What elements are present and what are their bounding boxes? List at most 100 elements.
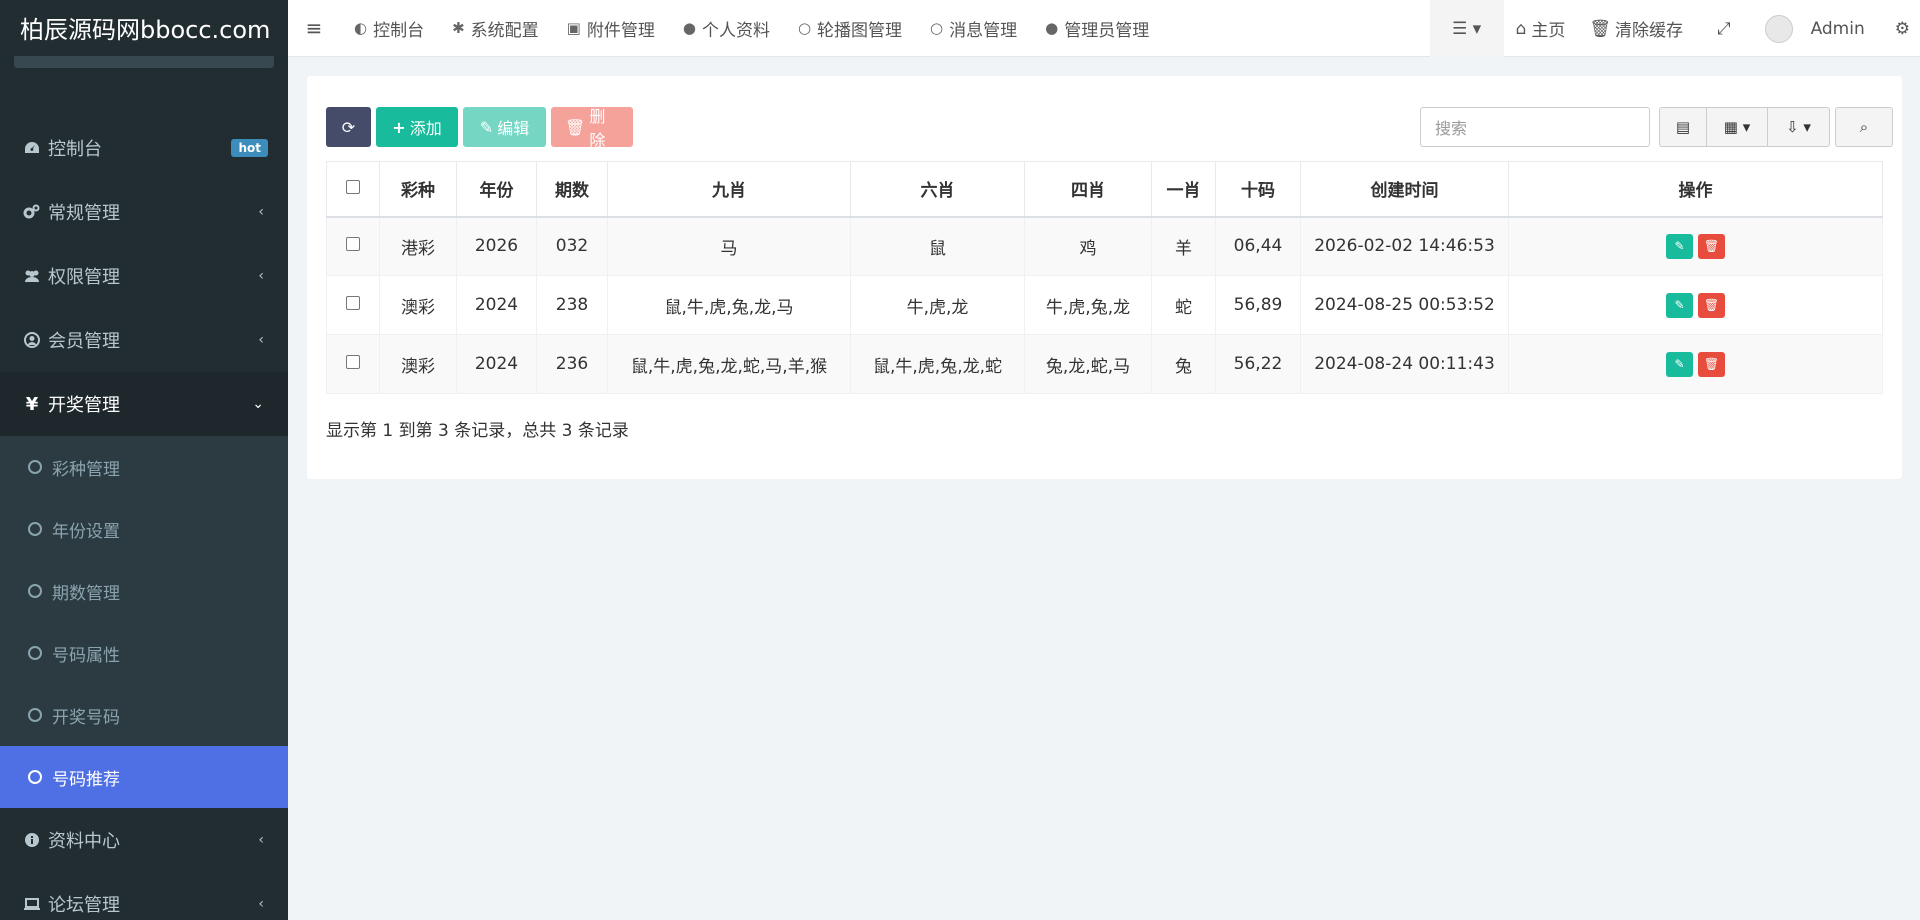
plus-icon: + bbox=[392, 117, 406, 137]
home-icon: ⌂ bbox=[1515, 18, 1527, 39]
dashboard-icon: ◐ bbox=[354, 19, 368, 37]
row-checkbox[interactable] bbox=[346, 296, 360, 310]
sidebar-sub-item[interactable]: 期数管理 bbox=[0, 560, 288, 622]
row-edit-button[interactable]: ✎ bbox=[1666, 233, 1693, 259]
pencil-icon: ✎ bbox=[479, 117, 494, 137]
column-header[interactable]: 一肖 bbox=[1151, 161, 1216, 218]
table-cell: 238 bbox=[536, 275, 608, 335]
row-delete-button[interactable]: 🗑 bbox=[1698, 233, 1725, 259]
row-select-cell[interactable] bbox=[326, 334, 380, 394]
table-cell: 鼠 bbox=[850, 216, 1025, 276]
column-header[interactable]: 期数 bbox=[536, 161, 608, 218]
table-row[interactable]: 澳彩 2024 238 鼠,牛,虎,兔,龙,马 牛,虎,龙 牛,虎,兔,龙 蛇 … bbox=[326, 275, 1883, 335]
table-cell: 蛇 bbox=[1151, 275, 1216, 335]
search-input[interactable]: 搜索 bbox=[1420, 107, 1650, 147]
search-button[interactable]: ⌕ bbox=[1835, 107, 1893, 147]
home-link[interactable]: ⌂ 主页 bbox=[1504, 0, 1578, 57]
sidebar-item-permissions[interactable]: 权限管理 ‹ bbox=[0, 244, 288, 308]
chevron-left-icon: ‹ bbox=[258, 204, 264, 220]
clear-cache-button[interactable]: 🗑 清除缓存 bbox=[1577, 0, 1695, 57]
gear-icon: ✱ bbox=[452, 19, 465, 37]
table-cell: 牛,虎,龙 bbox=[850, 275, 1025, 335]
delete-button[interactable]: 🗑 删除 bbox=[551, 107, 633, 150]
pagination-summary: 显示第 1 到第 3 条记录，总共 3 条记录 bbox=[326, 421, 629, 441]
sidebar-toggle-icon[interactable]: ≡ bbox=[288, 16, 340, 40]
sidebar: 柏辰源码网bbocc.com 控制台 hot 常规管理 ‹ 权限管理 ‹ 会员管… bbox=[0, 0, 288, 920]
row-delete-button[interactable]: 🗑 bbox=[1698, 351, 1725, 377]
column-header[interactable]: 创建时间 bbox=[1300, 161, 1509, 218]
select-all-checkbox[interactable] bbox=[346, 179, 360, 194]
table-cell: 羊 bbox=[1151, 216, 1216, 276]
table-icon: ▤ bbox=[1675, 118, 1691, 136]
sidebar-item-label: 资料中心 bbox=[48, 831, 120, 852]
columns-dropdown[interactable]: ▦ ▾ bbox=[1707, 107, 1768, 147]
settings-button[interactable]: ⚙ bbox=[1877, 0, 1920, 57]
column-header[interactable]: 彩种 bbox=[379, 161, 457, 218]
sidebar-item-forum[interactable]: 论坛管理 ‹ bbox=[0, 872, 288, 920]
sidebar-item-info-center[interactable]: 资料中心 ‹ bbox=[0, 808, 288, 872]
export-dropdown[interactable]: ⇩ ▾ bbox=[1768, 107, 1830, 147]
table-cell: 236 bbox=[536, 334, 608, 394]
pencil-icon: ✎ bbox=[1674, 298, 1685, 312]
tab-dashboard[interactable]: ◐ 控制台 bbox=[340, 0, 438, 57]
column-header[interactable]: 年份 bbox=[456, 161, 537, 218]
tab-messages[interactable]: ○ 消息管理 bbox=[916, 0, 1031, 57]
tabs-menu-dropdown[interactable]: ☰ ▾ bbox=[1429, 0, 1504, 57]
sidebar-sub-item[interactable]: 年份设置 bbox=[0, 498, 288, 560]
add-button[interactable]: + 添加 bbox=[376, 107, 458, 147]
row-checkbox[interactable] bbox=[346, 237, 360, 252]
edit-button[interactable]: ✎ 编辑 bbox=[463, 107, 546, 147]
refresh-button[interactable]: ⟳ bbox=[326, 107, 371, 147]
sidebar-item-dashboard[interactable]: 控制台 hot bbox=[0, 116, 288, 180]
pencil-icon: ✎ bbox=[1674, 357, 1685, 371]
row-edit-button[interactable]: ✎ bbox=[1666, 292, 1693, 318]
select-all-header[interactable] bbox=[326, 161, 380, 218]
sidebar-item-general[interactable]: 常规管理 ‹ bbox=[0, 180, 288, 244]
tab-admins[interactable]: ● 管理员管理 bbox=[1031, 0, 1163, 57]
column-header[interactable]: 四肖 bbox=[1024, 161, 1152, 218]
table-cell: 鼠,牛,虎,兔,龙,马 bbox=[607, 275, 851, 335]
fullscreen-button[interactable]: ⤢ bbox=[1695, 0, 1753, 57]
row-select-cell[interactable] bbox=[326, 216, 380, 276]
sidebar-sub-item-selected[interactable]: 号码推荐 bbox=[0, 746, 288, 808]
column-header[interactable]: 六肖 bbox=[850, 161, 1025, 218]
sidebar-sub-item[interactable]: 开奖号码 bbox=[0, 684, 288, 746]
sidebar-sub-item[interactable]: 号码属性 bbox=[0, 622, 288, 684]
brand-logo[interactable]: 柏辰源码网bbocc.com bbox=[0, 0, 288, 68]
trash-icon: 🗑 bbox=[1703, 239, 1720, 254]
circle-icon bbox=[28, 584, 42, 598]
column-header[interactable]: 十码 bbox=[1215, 161, 1301, 218]
chevron-left-icon: ‹ bbox=[258, 268, 264, 284]
row-actions: ✎ 🗑 bbox=[1508, 334, 1883, 394]
sidebar-item-label: 控制台 bbox=[48, 139, 102, 160]
tab-system-config[interactable]: ✱ 系统配置 bbox=[438, 0, 553, 57]
row-checkbox[interactable] bbox=[346, 355, 360, 369]
table-row[interactable]: 港彩 2026 032 马 鼠 鸡 羊 06,44 2026-02-02 14:… bbox=[326, 216, 1883, 276]
row-edit-button[interactable]: ✎ bbox=[1666, 351, 1693, 377]
tab-profile[interactable]: ● 个人资料 bbox=[669, 0, 784, 57]
row-select-cell[interactable] bbox=[326, 275, 380, 335]
table-cell: 牛,虎,兔,龙 bbox=[1024, 275, 1152, 335]
column-header[interactable]: 九肖 bbox=[607, 161, 851, 218]
tab-carousel[interactable]: ○ 轮播图管理 bbox=[784, 0, 916, 57]
table-cell: 56,22 bbox=[1215, 334, 1301, 394]
user-menu[interactable]: Admin bbox=[1753, 0, 1877, 57]
row-delete-button[interactable]: 🗑 bbox=[1698, 292, 1725, 318]
chevron-down-icon: ⌄ bbox=[252, 396, 264, 412]
toggle-view-button[interactable]: ▤ bbox=[1659, 107, 1707, 147]
refresh-icon: ⟳ bbox=[341, 117, 356, 137]
sidebar-item-members[interactable]: 会员管理 ‹ bbox=[0, 308, 288, 372]
pencil-icon: ✎ bbox=[1674, 239, 1685, 254]
search-icon: ⌕ bbox=[1859, 118, 1869, 136]
sidebar-sub-item[interactable]: 彩种管理 bbox=[0, 436, 288, 498]
laptop-icon bbox=[22, 894, 42, 914]
circle-icon bbox=[28, 708, 42, 722]
table-row[interactable]: 澳彩 2024 236 鼠,牛,虎,兔,龙,蛇,马,羊,猴 鼠,牛,虎,兔,龙,… bbox=[326, 334, 1883, 394]
expand-icon: ⤢ bbox=[1716, 18, 1731, 39]
tab-attachments[interactable]: ▣ 附件管理 bbox=[553, 0, 669, 57]
hot-badge: hot bbox=[231, 139, 268, 157]
user-circle-icon bbox=[22, 330, 42, 350]
sidebar-item-lottery[interactable]: ¥ 开奖管理 ⌄ bbox=[0, 372, 288, 436]
circle-icon: ○ bbox=[930, 19, 944, 37]
table-cell: 马 bbox=[607, 216, 851, 276]
